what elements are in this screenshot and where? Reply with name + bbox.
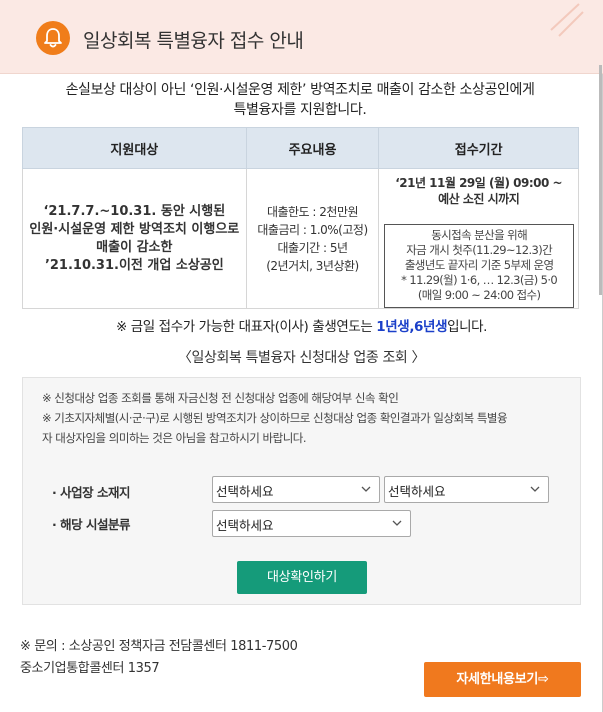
- facility-select[interactable]: 선택하세요: [212, 510, 411, 537]
- check-eligibility-button[interactable]: 대상확인하기: [237, 561, 367, 594]
- header-target: 지원대상: [22, 127, 247, 169]
- period-text: ‘21년 11월 29일 (월) 09:00 ~ 예산 소진 시까지: [395, 176, 563, 206]
- popup-window: 일상회복 특별융자 접수 안내 손실보상 대상이 아닌 ‘인원·시설운영 제한’…: [0, 0, 603, 712]
- chevron-down-icon: [392, 520, 402, 526]
- bell-icon: [36, 21, 70, 55]
- intro-text: 손실보상 대상이 아닌 ‘인원·시설운영 제한’ 방역조치로 매출이 감소한 소…: [65, 82, 535, 118]
- view-details-button[interactable]: 자세한내용보기⇨: [424, 662, 581, 697]
- chevron-down-icon: [361, 486, 371, 492]
- region-select[interactable]: 선택하세요: [212, 476, 380, 503]
- table-row: ‘21.7.7.~10.31. 동안 시행된 인원·시설운영 제한 방역조치 이…: [22, 168, 579, 309]
- target-cell: ‘21.7.7.~10.31. 동안 시행된 인원·시설운영 제한 방역조치 이…: [22, 168, 247, 309]
- birth-year-highlight: 1년생,6년생: [376, 319, 448, 335]
- content-cell: 대출한도 : 2천만원 대출금리 : 1.0%(고정) 대출기간 : 5년 (2…: [245, 168, 380, 309]
- industry-search-panel: ※ 신청대상 업종 조회를 통해 자금신청 전 신청대상 업종에 해당여부 신속…: [22, 377, 581, 605]
- table-header-row: 지원대상 주요내용 접수기간: [22, 127, 579, 169]
- section-subtitle: 〈일상회복 특별융자 신청대상 업종 조회 〉: [177, 350, 426, 366]
- birth-year-notice: ※ 금일 접수가 가능한 대표자(이사) 출생연도는 1년생,6년생입니다.: [115, 319, 488, 335]
- facility-label: · 해당 시설분류: [52, 517, 130, 532]
- chevron-down-icon: [530, 486, 540, 492]
- contact-info: ※ 문의 : 소상공인 정책자금 전담콜센터 1811-7500 중소기업통합콜…: [20, 639, 298, 676]
- popup-header: 일상회복 특별융자 접수 안내: [0, 0, 603, 74]
- scrollbar[interactable]: [599, 65, 602, 295]
- rotation-notice-box: 동시접속 분산을 위해 자금 개시 첫주(11.29~12.3)간 출생년도 끝…: [384, 224, 574, 308]
- search-description: ※ 신청대상 업종 조회를 통해 자금신청 전 신청대상 업종에 해당여부 신속…: [42, 391, 508, 445]
- district-select[interactable]: 선택하세요: [384, 476, 549, 503]
- header-content: 주요내용: [245, 127, 380, 169]
- popup-title: 일상회복 특별융자 접수 안내: [83, 30, 304, 52]
- header-period: 접수기간: [378, 127, 579, 169]
- decoration-icon: [550, 3, 584, 37]
- location-label: · 사업장 소재지: [52, 485, 130, 500]
- period-cell: ‘21년 11월 29일 (월) 09:00 ~ 예산 소진 시까지 동시접속 …: [378, 168, 579, 309]
- info-table: 지원대상 주요내용 접수기간 ‘21.7.7.~10.31. 동안 시행된 인원…: [22, 127, 579, 309]
